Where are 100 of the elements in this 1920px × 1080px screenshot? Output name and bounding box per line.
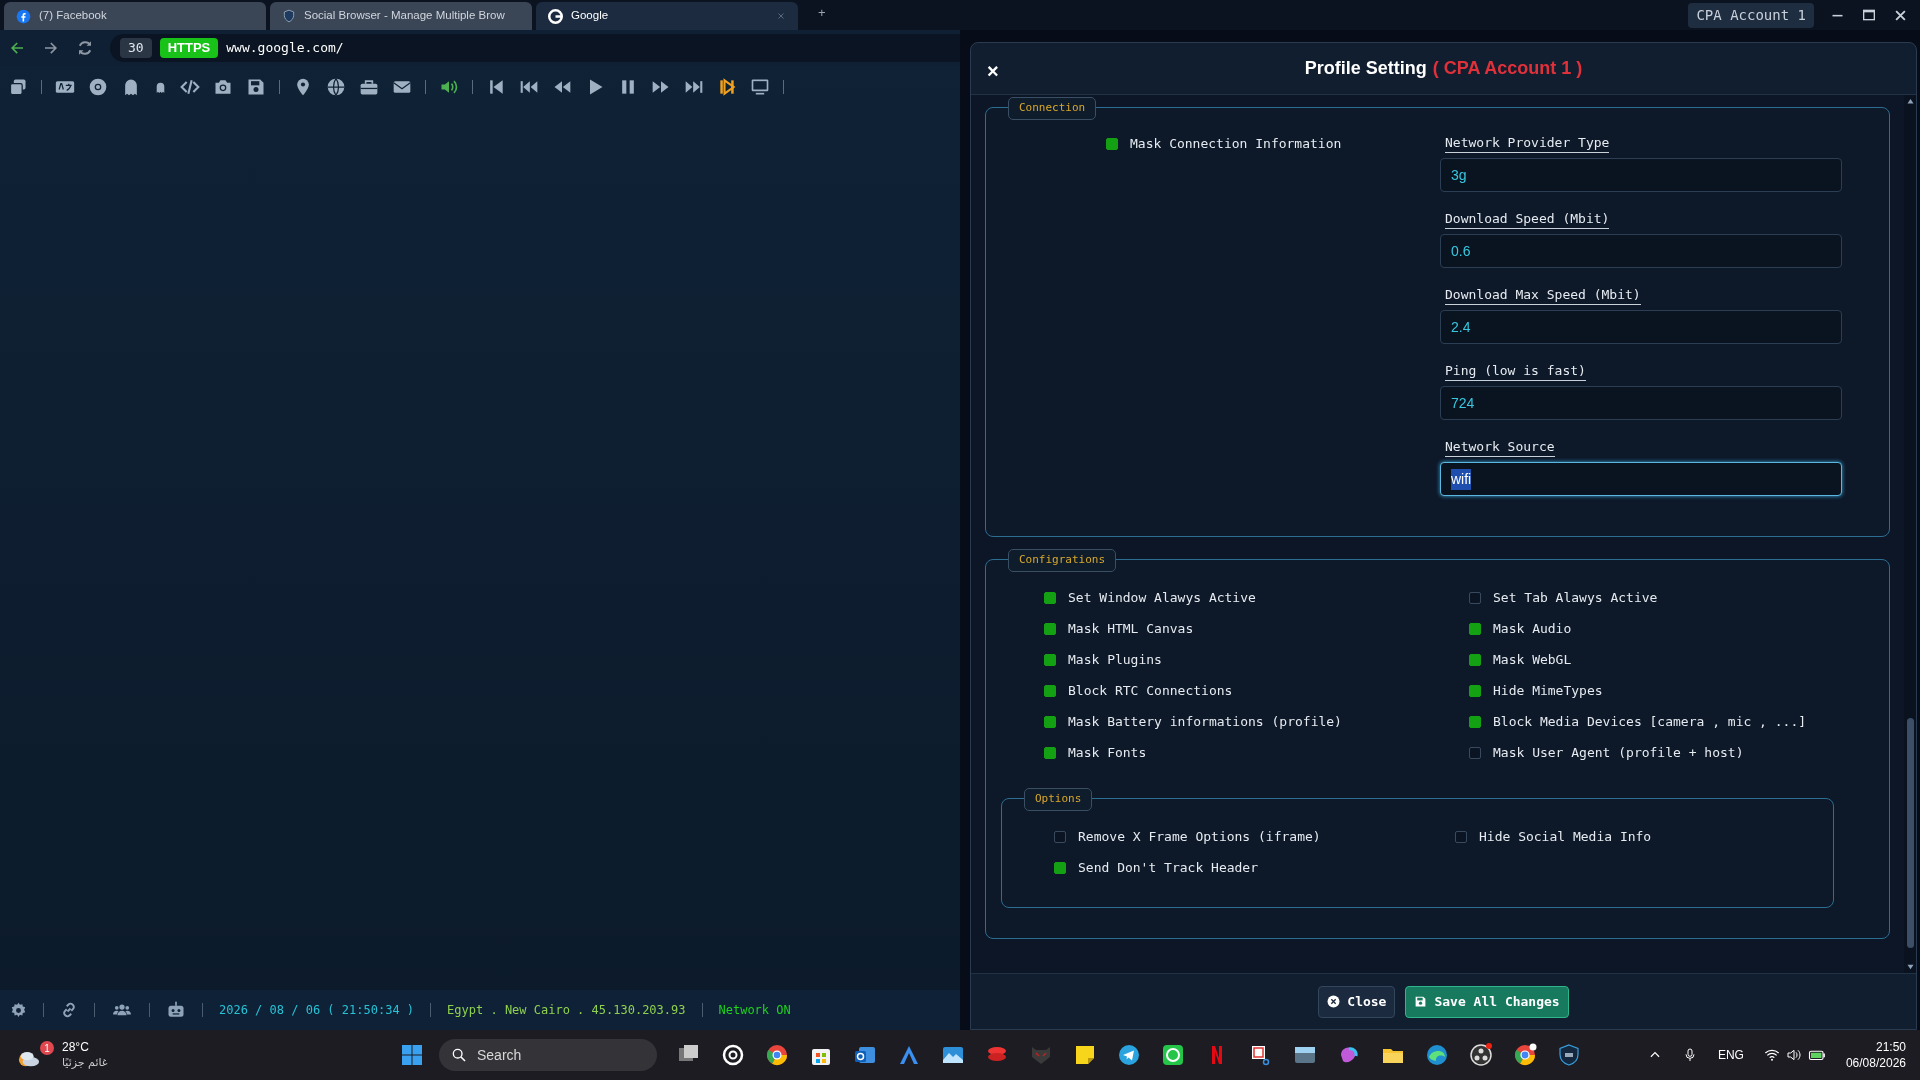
location-text: Egypt . New Cairo . 45.130.203.93 xyxy=(447,1002,686,1019)
option-label: Send Don't Track Header xyxy=(1078,858,1258,877)
option-label: Remove X Frame Options (iframe) xyxy=(1078,827,1321,846)
scroll-up-icon[interactable] xyxy=(1905,97,1915,106)
https-badge: HTTPS xyxy=(159,38,219,58)
checkbox[interactable] xyxy=(1044,746,1056,759)
settings-icon[interactable] xyxy=(10,1001,27,1019)
search-icon xyxy=(451,1047,467,1063)
app-icon[interactable] xyxy=(1557,1043,1581,1067)
profile-badge[interactable]: CPA Account 1 xyxy=(1688,2,1814,28)
link-icon[interactable] xyxy=(60,1001,78,1019)
close-circle-icon xyxy=(1327,995,1341,1008)
windows-start-icon[interactable] xyxy=(400,1043,424,1067)
option-label: Block Media Devices [camera , mic , ...] xyxy=(1493,712,1807,731)
input-field[interactable]: 0.6 xyxy=(1440,234,1842,268)
checkbox[interactable] xyxy=(1044,591,1056,604)
input-field[interactable]: wifi xyxy=(1440,462,1842,496)
section-title: Connection xyxy=(1008,97,1097,120)
scrollbar-thumb[interactable] xyxy=(1906,718,1914,948)
checkbox[interactable] xyxy=(1044,653,1056,666)
skip-end-icon[interactable] xyxy=(717,77,737,97)
option-label: Mask Connection Information xyxy=(1130,135,1342,154)
network-status-text: Network ON xyxy=(718,1002,791,1019)
ghost-icon[interactable] xyxy=(154,80,167,94)
input-field[interactable]: 724 xyxy=(1440,386,1842,420)
app-icon[interactable] xyxy=(1513,1043,1537,1067)
facebook-icon xyxy=(16,8,31,24)
section-title: Configrations xyxy=(1008,549,1117,572)
browser-tab[interactable]: Social Browser - Manage Multiple Brow xyxy=(270,2,532,30)
refresh-icon[interactable] xyxy=(76,39,94,57)
option-label: Mask WebGL xyxy=(1493,650,1572,669)
save-icon xyxy=(1414,995,1428,1008)
scrollbar[interactable] xyxy=(1904,95,1916,973)
checkbox[interactable] xyxy=(1044,622,1056,635)
field-label: Network Source xyxy=(1445,438,1555,457)
google-icon xyxy=(548,8,563,24)
checkbox[interactable] xyxy=(1455,830,1467,843)
search-field[interactable]: Search xyxy=(439,1039,657,1071)
weather-text: غائم جزئيًا xyxy=(62,1055,108,1070)
temperature-text: 28°C xyxy=(62,1040,90,1055)
browser-tab[interactable]: Google xyxy=(536,2,798,30)
option-label: Mask Audio xyxy=(1493,619,1572,638)
checkbox[interactable] xyxy=(1054,861,1066,874)
code-icon[interactable] xyxy=(180,77,200,97)
close-button[interactable]: × xyxy=(987,56,999,86)
new-tab-button[interactable]: + xyxy=(818,2,826,22)
field-label: Ping (low is fast) xyxy=(1445,362,1586,381)
checkbox[interactable] xyxy=(1054,830,1066,843)
checkbox[interactable] xyxy=(1469,746,1481,759)
wifi-icon[interactable] xyxy=(1763,1047,1780,1063)
option-label: Mask Battery informations (profile) xyxy=(1068,712,1342,731)
checkbox[interactable] xyxy=(1469,591,1481,604)
maximize-icon[interactable] xyxy=(1861,7,1877,23)
app-icon[interactable] xyxy=(1425,1043,1449,1067)
option-label: Hide MimeTypes xyxy=(1493,681,1603,700)
option-label: Block RTC Connections xyxy=(1068,681,1233,700)
close-button[interactable]: Close xyxy=(1318,985,1396,1018)
checkbox[interactable] xyxy=(1469,653,1481,666)
app-icon[interactable] xyxy=(1161,1043,1185,1067)
input-field[interactable]: 2.4 xyxy=(1440,310,1842,344)
circle-icon[interactable] xyxy=(88,77,108,97)
app-icon[interactable] xyxy=(1117,1043,1141,1067)
option-label: Mask Fonts xyxy=(1068,743,1147,762)
windows-icon[interactable] xyxy=(8,77,28,97)
volume-icon[interactable] xyxy=(1785,1047,1802,1063)
field-label: Download Speed (Mbit) xyxy=(1445,210,1610,229)
browser-tab[interactable]: (7) Facebook xyxy=(4,2,266,30)
globe-icon[interactable] xyxy=(326,77,346,97)
robot-icon[interactable] xyxy=(166,1000,186,1020)
camera-icon[interactable] xyxy=(213,77,233,97)
toolbox-icon[interactable] xyxy=(359,77,379,97)
tab-count: 30 xyxy=(120,38,152,58)
forward-icon[interactable] xyxy=(42,39,60,57)
option-label: Mask User Agent (profile + host) xyxy=(1493,743,1744,762)
app-icon[interactable] xyxy=(765,1043,789,1067)
checkbox[interactable] xyxy=(1044,715,1056,728)
option-label: Set Tab Alawys Active xyxy=(1493,588,1658,607)
field-label: Download Max Speed (Mbit) xyxy=(1445,286,1641,305)
field-label: Network Provider Type xyxy=(1445,134,1610,153)
checkbox[interactable] xyxy=(1469,622,1481,635)
save-icon[interactable] xyxy=(246,77,266,97)
clock-date[interactable]: 06/08/2026 xyxy=(1845,1055,1906,1071)
option-label: Mask HTML Canvas xyxy=(1068,619,1194,638)
checkbox[interactable] xyxy=(1469,684,1481,697)
checkbox[interactable] xyxy=(1469,715,1481,728)
language-indicator[interactable]: ENG xyxy=(1717,1046,1744,1064)
dialog-title: Profile Setting xyxy=(1304,57,1427,80)
app-icon[interactable] xyxy=(1469,1043,1493,1067)
save-button[interactable]: Save All Changes xyxy=(1405,985,1569,1018)
monitor-icon[interactable] xyxy=(750,77,770,97)
date-time-text: 2026 / 08 / 06 ( 21:50:34 ) xyxy=(219,1002,415,1019)
input-field[interactable]: 3g xyxy=(1440,158,1842,192)
checkbox[interactable] xyxy=(1106,138,1118,150)
clock-time[interactable]: 21:50 xyxy=(1875,1039,1906,1055)
app-icon[interactable] xyxy=(1073,1043,1097,1067)
checkbox[interactable] xyxy=(1044,684,1056,697)
scroll-down-icon[interactable] xyxy=(1905,962,1915,971)
shield-icon xyxy=(282,9,296,23)
url-text: www.google.com/ xyxy=(226,39,344,58)
address-bar[interactable]: 30 HTTPS www.google.com/ xyxy=(110,34,960,62)
